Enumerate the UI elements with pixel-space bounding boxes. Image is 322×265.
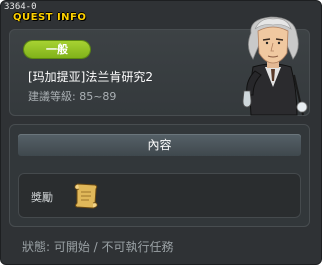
scroll-icon[interactable] xyxy=(71,182,103,210)
quest-category-badge: 一般 xyxy=(24,41,90,58)
quest-content-panel: 內容 獎勵 xyxy=(9,124,310,227)
quest-level-requirement: 建議等級: 85~89 xyxy=(28,90,117,103)
quest-info-window: 3364-0 QUEST INFO 一般 [玛加提亚]法兰肯研究2 建議等級: … xyxy=(0,0,322,265)
content-header: 內容 xyxy=(18,134,301,156)
reward-label: 獎勵 xyxy=(31,191,53,204)
window-title: QUEST INFO xyxy=(13,12,87,23)
quest-id: 3364-0 xyxy=(4,2,37,12)
quest-status-text: 狀態: 可開始 / 不可執行任務 xyxy=(22,240,174,254)
quest-name: [玛加提亚]法兰肯研究2 xyxy=(28,70,153,84)
reward-box: 獎勵 xyxy=(18,173,301,218)
npc-portrait xyxy=(242,16,308,116)
